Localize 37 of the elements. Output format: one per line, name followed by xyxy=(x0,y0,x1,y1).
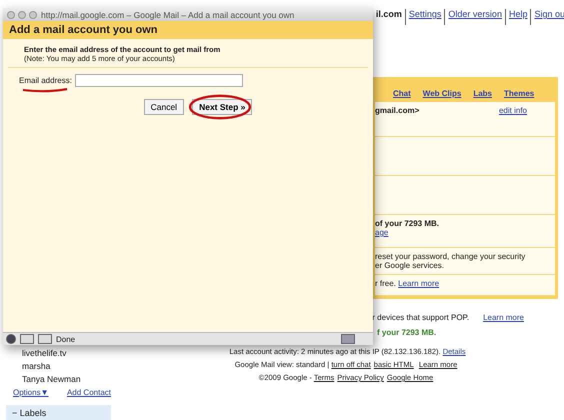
storage-link[interactable]: age xyxy=(375,228,549,237)
storage-text: of your 7293 MB. xyxy=(375,219,440,228)
status-text: Done xyxy=(56,334,76,344)
header-link[interactable]: Help xyxy=(504,9,530,25)
account-email: il.com xyxy=(376,9,402,21)
collapse-toggle[interactable]: − xyxy=(12,408,18,418)
settings-tab[interactable]: Chat xyxy=(393,89,411,98)
dialog-title: Add a mail account you own xyxy=(9,24,158,36)
cancel-button[interactable]: Cancel xyxy=(144,99,184,115)
settings-tab[interactable]: Themes xyxy=(504,89,534,98)
row-text: r free. xyxy=(375,279,396,288)
email-input-field[interactable] xyxy=(74,74,243,87)
security-text: reset your password, change your security er Google services. xyxy=(375,252,526,270)
storage-text: f your 7293 MB. xyxy=(377,328,436,337)
learn-more-link[interactable]: Learn more xyxy=(483,313,524,322)
labels-header[interactable]: − Labels xyxy=(6,405,111,420)
globe-icon xyxy=(6,334,16,344)
pop-text: r devices that support POP. xyxy=(372,313,470,322)
learn-more-link[interactable]: Learn more xyxy=(398,279,440,288)
settings-tab[interactable]: Labs xyxy=(473,89,492,98)
labels-title: Labels xyxy=(20,408,46,418)
header-link[interactable]: Older version xyxy=(444,9,505,25)
options-link[interactable]: Options▼ xyxy=(13,388,48,397)
monitor-icon xyxy=(341,334,355,344)
contact-name[interactable]: Tanya Newman xyxy=(6,373,111,386)
underline-drawing xyxy=(21,87,69,93)
header-link[interactable]: Sign ou xyxy=(530,9,564,25)
account-address: gmail.com> xyxy=(375,106,420,117)
window-title: http://mail.google.com – Google Mail – Add a mail account you own xyxy=(41,10,294,20)
header-link[interactable]: Settings xyxy=(404,9,444,25)
screen-icon[interactable] xyxy=(20,334,34,344)
contact-name[interactable]: marsha xyxy=(6,360,111,373)
add-contact-link[interactable]: Add Contact xyxy=(66,388,111,397)
contact-name[interactable]: livethelife.tv xyxy=(6,347,111,360)
email-label: Email address: xyxy=(19,76,72,85)
settings-tab[interactable]: Web Clips xyxy=(422,89,462,98)
edit-info-link[interactable]: edit info xyxy=(498,106,527,132)
